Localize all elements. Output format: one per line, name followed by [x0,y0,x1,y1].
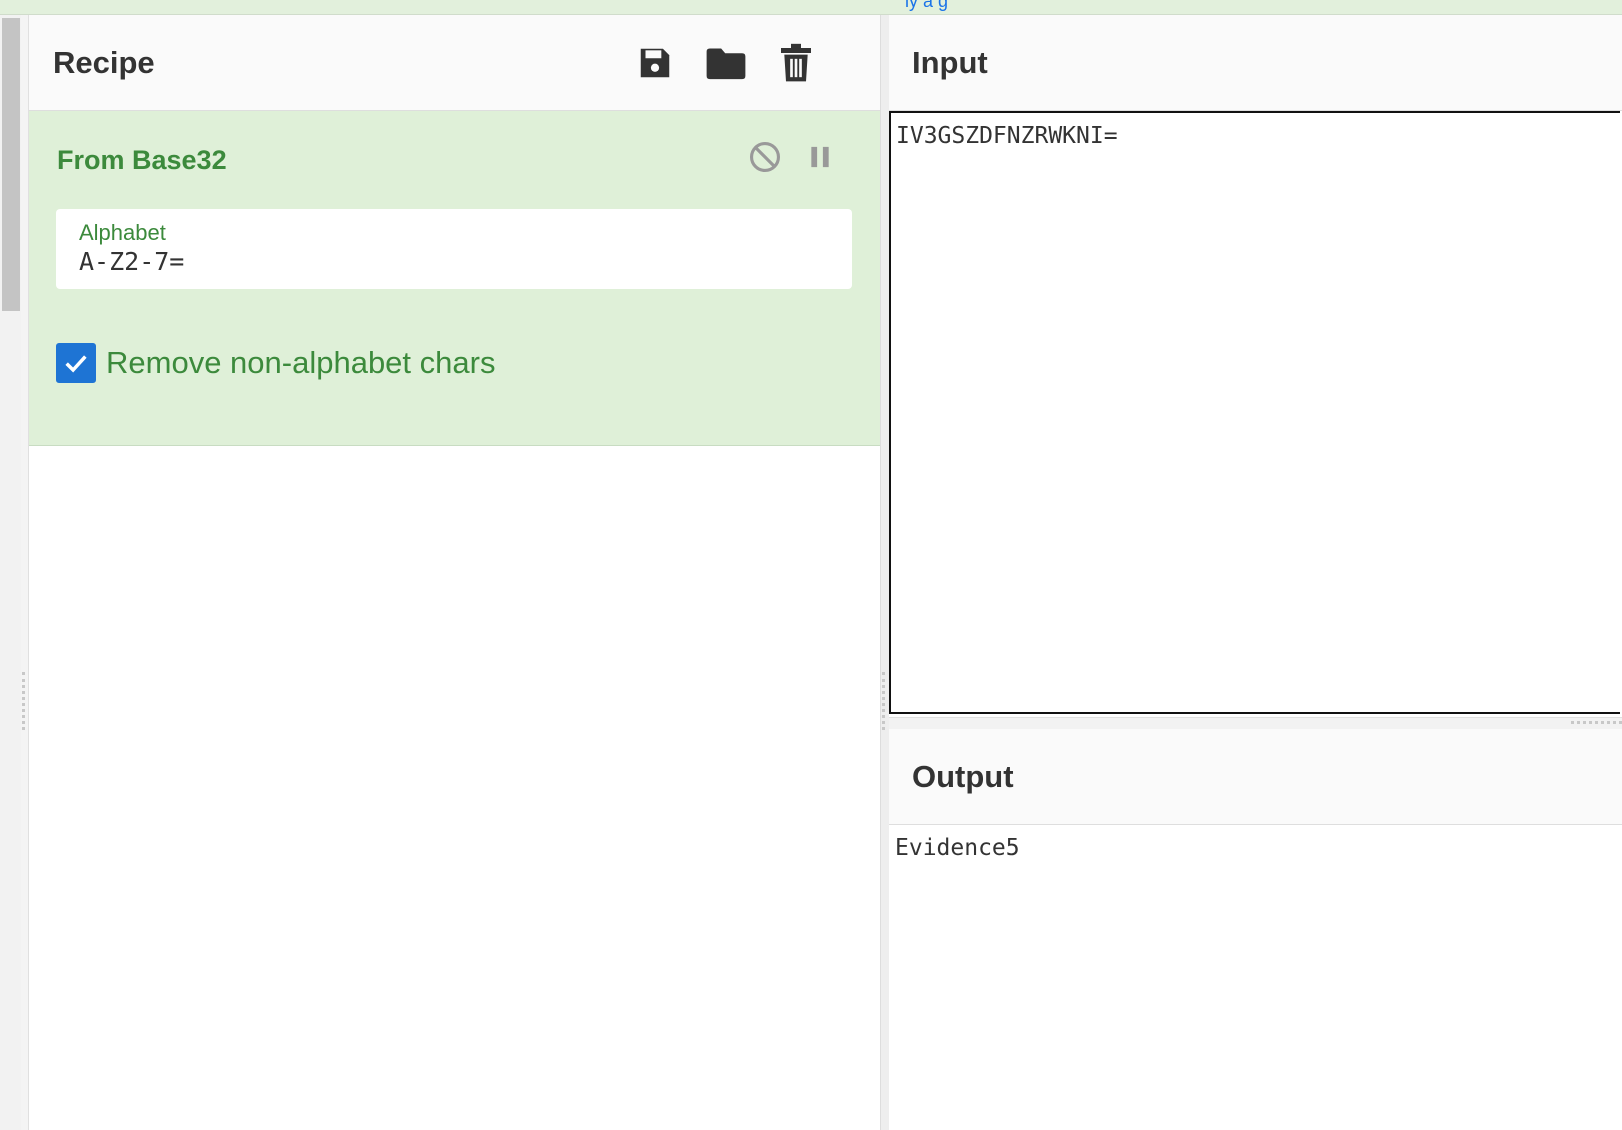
recipe-title: Recipe [53,45,155,80]
top-banner: ly a g [0,0,1622,15]
recipe-pane: Recipe From Base32 Alphabet A-Z2-7= Remo… [29,15,880,1130]
checkmark-icon [65,355,87,373]
input-header: Input [889,15,1622,111]
disable-operation-button[interactable] [745,137,785,177]
output-header: Output [889,729,1622,825]
save-recipe-button[interactable] [633,41,677,85]
alphabet-label: Alphabet [79,220,166,245]
output-pane: Output Evidence5 [889,729,1622,1130]
clear-recipe-button[interactable] [774,41,818,85]
trash-icon [781,43,811,82]
middle-resize-grip[interactable] [882,672,885,730]
input-pane: Input IV3GSZDFNZRWKNI= [889,15,1622,717]
load-recipe-button[interactable] [704,41,748,85]
output-text[interactable]: Evidence5 [895,835,1020,861]
output-title: Output [912,759,1014,794]
operation-title: From Base32 [57,145,227,175]
recipe-header: Recipe [29,15,880,111]
alphabet-argument: Alphabet [56,209,852,289]
input-textarea[interactable]: IV3GSZDFNZRWKNI= [889,111,1620,714]
remove-non-alphabet-label[interactable]: Remove non-alphabet chars [106,345,495,381]
top-banner-link[interactable]: ly a g [905,0,948,12]
pause-icon [811,146,829,168]
breakpoint-button[interactable] [800,137,840,177]
folder-icon [706,48,746,80]
left-resize-grip[interactable] [22,672,25,730]
disable-icon [749,141,781,173]
operations-scrollbar[interactable] [0,15,22,1130]
operation-from-base32[interactable]: From Base32 Alphabet Remove non-alphabet… [29,111,880,446]
input-title: Input [912,45,988,80]
alphabet-input[interactable] [79,247,819,276]
scrollbar-thumb[interactable] [2,18,20,311]
save-icon [640,48,670,78]
left-resize-gutter[interactable] [21,15,29,1130]
remove-non-alphabet-checkbox[interactable] [56,343,96,383]
io-resize-grip[interactable] [1571,721,1622,724]
